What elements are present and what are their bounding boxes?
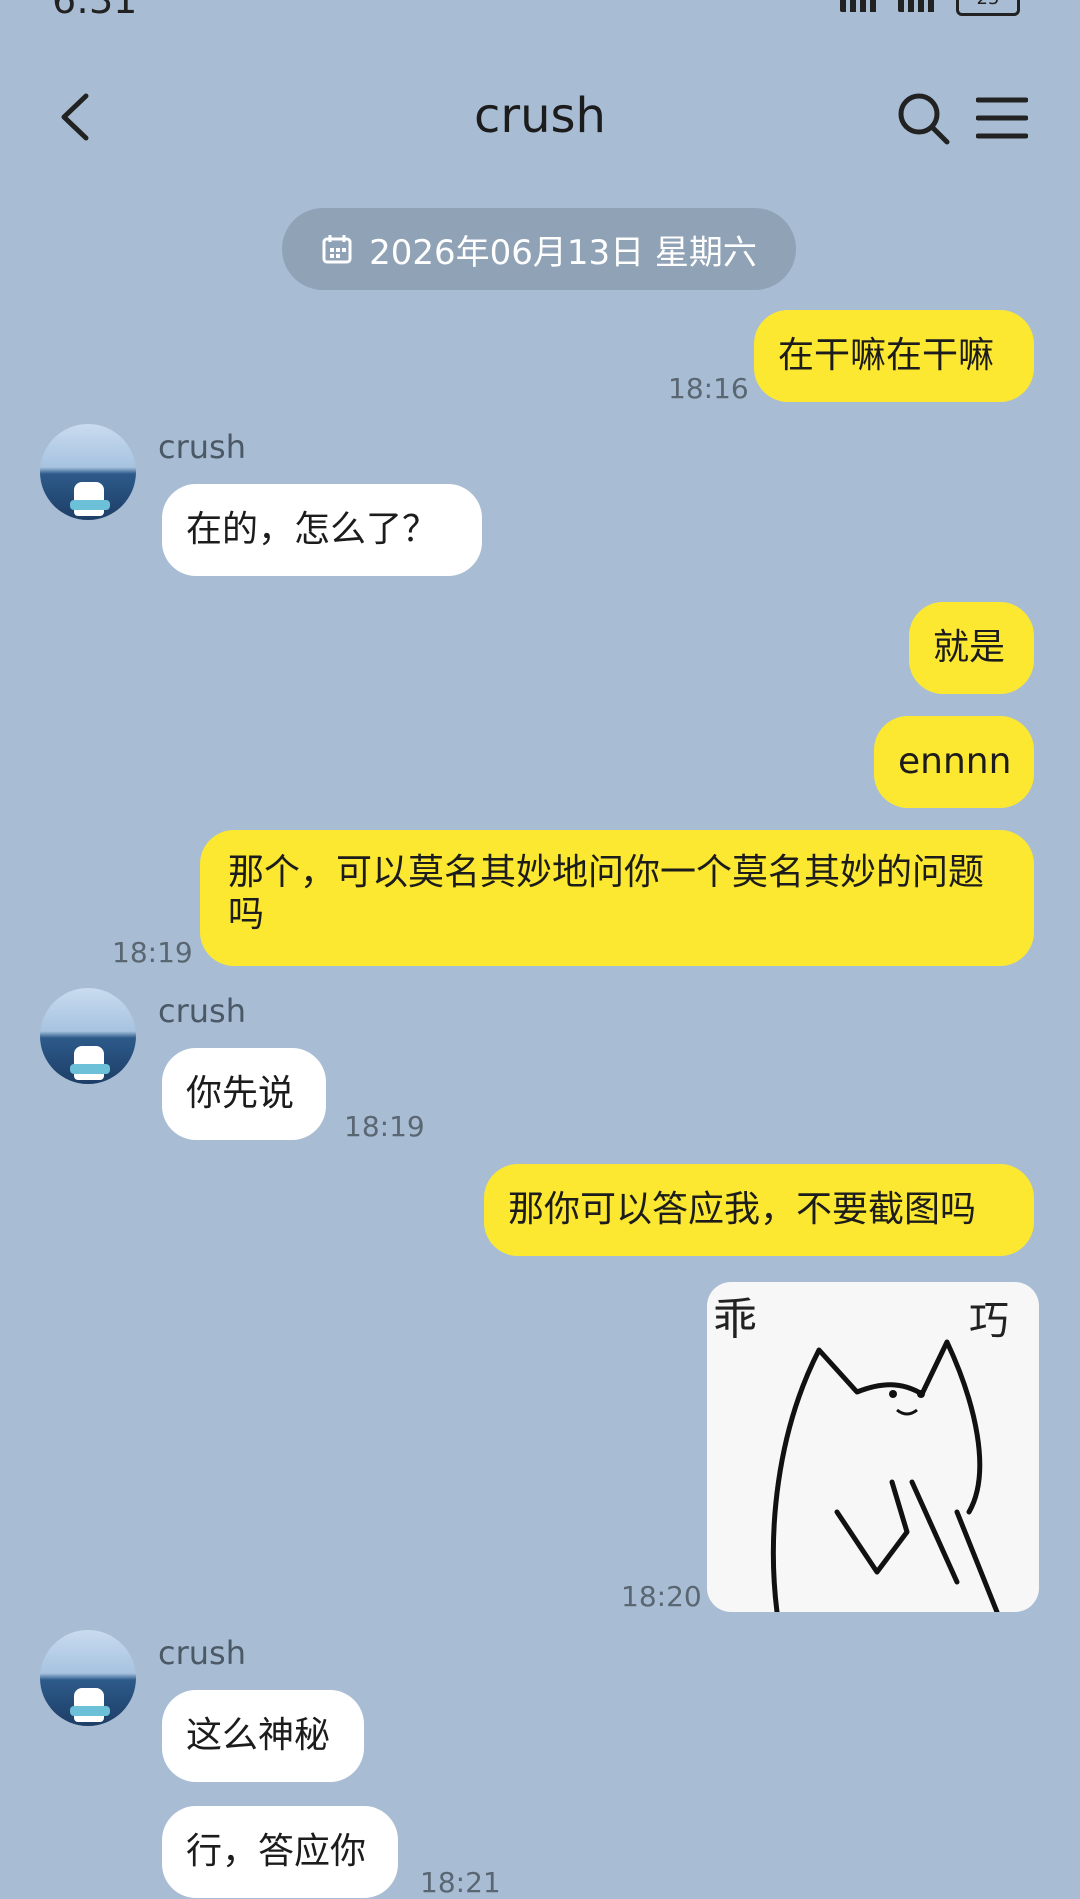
message-time: 18:16 <box>668 372 749 405</box>
avatar[interactable] <box>40 988 136 1084</box>
sender-name: crush <box>158 1634 246 1672</box>
signal-icon-2 <box>898 0 938 12</box>
sticker-image[interactable]: 乖 巧 <box>707 1282 1039 1612</box>
message-bubble-sent[interactable]: 那个，可以莫名其妙地问你一个莫名其妙的问题吗 <box>200 830 1034 966</box>
message-bubble-sent[interactable]: 在干嘛在干嘛 <box>754 310 1034 402</box>
message-bubble-received[interactable]: 行，答应你 <box>162 1806 398 1898</box>
cat-sticker-drawing: 乖 巧 <box>713 1294 1009 1612</box>
message-time: 18:19 <box>112 936 193 969</box>
sender-name: crush <box>158 428 246 466</box>
message-time: 18:19 <box>344 1110 425 1143</box>
message-bubble-received[interactable]: 在的，怎么了？ <box>162 484 482 576</box>
battery-icon: 25 <box>956 0 1020 16</box>
message-bubble-received[interactable]: 你先说 <box>162 1048 326 1140</box>
avatar[interactable] <box>40 424 136 520</box>
avatar[interactable] <box>40 1630 136 1726</box>
message-bubble-sent[interactable]: 就是 <box>909 602 1034 694</box>
menu-icon[interactable] <box>976 96 1028 140</box>
status-icons: 25 <box>840 0 1020 16</box>
calendar-icon <box>322 235 352 264</box>
date-divider: 2026年06月13日 星期六 <box>282 208 796 290</box>
sticker-text-left: 乖 <box>713 1294 757 1345</box>
message-time: 18:20 <box>621 1580 702 1613</box>
message-bubble-sent[interactable]: 那你可以答应我，不要截图吗 <box>484 1164 1034 1256</box>
sender-name: crush <box>158 992 246 1030</box>
message-time: 18:21 <box>420 1866 501 1899</box>
sticker-text-right: 巧 <box>969 1298 1009 1344</box>
status-time: 6:31 <box>52 0 138 22</box>
date-text: 2026年06月13日 星期六 <box>369 232 757 273</box>
signal-icon <box>840 0 880 12</box>
message-bubble-sent[interactable]: ennnn <box>874 716 1034 808</box>
search-icon[interactable] <box>895 90 951 146</box>
message-bubble-received[interactable]: 这么神秘 <box>162 1690 364 1782</box>
